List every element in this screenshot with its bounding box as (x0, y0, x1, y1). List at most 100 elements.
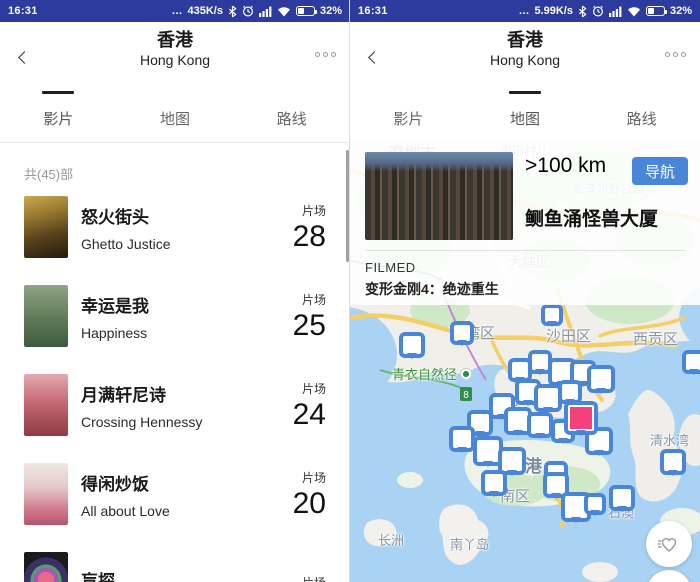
film-list-item[interactable]: 幸运是我 Happiness 片场 25 (24, 285, 326, 347)
films-list-screen: 16:31 … 435K/s 32% 香港 Hong Kong 影片 地图 路线 (0, 0, 350, 582)
distance-label: >100 km (525, 154, 607, 177)
alarm-icon (592, 5, 603, 17)
map-place-label: 青衣自然径 (392, 364, 472, 383)
film-list-item[interactable]: 怒火街头 Ghetto Justice 片场 28 (24, 196, 326, 258)
page-header: 香港 Hong Kong (0, 22, 350, 84)
scene-count: 24 (292, 397, 326, 431)
tab-routes[interactable]: 路线 (583, 84, 700, 142)
movie-poster (24, 552, 68, 582)
screen-seam (349, 0, 350, 582)
map-marker[interactable] (587, 365, 615, 393)
page-title: 香港 (507, 30, 543, 50)
location-photo (365, 152, 513, 240)
filmed-movie-title: 变形金刚4：绝迹重生 (365, 281, 499, 297)
film-list-item[interactable]: 盲探 片场 (24, 552, 326, 582)
notification-ellipsis-icon: … (518, 5, 530, 17)
clock-time: 16:31 (8, 5, 38, 17)
map-place-label: 清水湾 (650, 433, 690, 448)
screenshot-canvas: 16:31 … 435K/s 32% 香港 Hong Kong 影片 地图 路线 (0, 0, 700, 582)
map-place-label: 西贡区 (633, 331, 679, 348)
location-card-panel[interactable]: >100 km 导航 鲗鱼涌怪兽大厦 FILMED 变形金刚4：绝迹重生 (350, 140, 700, 305)
back-button[interactable] (364, 48, 386, 70)
scene-count-label: 片场 (302, 574, 326, 582)
movie-poster (24, 285, 68, 347)
page-title: 香港 (157, 30, 193, 50)
bluetooth-icon (578, 5, 587, 17)
movie-title-zh: 月满轩尼诗 (81, 385, 166, 405)
network-speed: 5.99K/s (534, 5, 573, 17)
map-marker[interactable] (399, 332, 425, 358)
back-icon (368, 51, 381, 64)
scene-count-label: 片场 (301, 470, 326, 485)
scene-count-label: 片场 (301, 292, 326, 307)
map-marker[interactable] (450, 321, 474, 345)
battery-percent: 32% (319, 5, 342, 17)
bluetooth-icon (228, 5, 237, 17)
movie-title-zh: 幸运是我 (81, 296, 149, 316)
page-header: 香港 Hong Kong (350, 22, 700, 84)
map-place-label: 长洲 (378, 533, 405, 548)
heart-list-icon (657, 538, 677, 552)
tab-routes[interactable]: 路线 (233, 84, 350, 142)
map-marker[interactable] (449, 426, 475, 452)
tab-films[interactable]: 影片 (0, 84, 117, 142)
active-tab-indicator (509, 91, 541, 94)
signal-icon (258, 6, 272, 17)
scene-count: 20 (292, 486, 326, 520)
filmed-label: FILMED (365, 260, 416, 275)
notification-ellipsis-icon: … (171, 5, 183, 17)
map-marker[interactable] (541, 304, 563, 326)
film-count-label: 共(45)部 (24, 167, 74, 182)
map-viewport[interactable]: 8 深圳市周田村儿船湾郊野公园大埔区荃湾区沙田区西贡区青衣自然径深水清水湾香港南… (350, 140, 700, 582)
divider (365, 250, 685, 251)
map-marker[interactable] (481, 470, 507, 496)
map-marker[interactable] (660, 449, 686, 475)
map-marker[interactable] (584, 493, 606, 515)
more-options-button[interactable] (665, 52, 686, 57)
selected-map-marker[interactable] (564, 401, 598, 435)
film-list-item[interactable]: 月满轩尼诗 Crossing Hennessy 片场 24 (24, 374, 326, 436)
favorites-list-button[interactable] (646, 521, 692, 567)
movie-title-en: Crossing Hennessy (81, 413, 203, 430)
signal-icon (608, 6, 622, 17)
map-marker[interactable] (527, 412, 553, 438)
movie-title-en: Happiness (81, 324, 148, 341)
movie-poster (24, 196, 68, 258)
tab-films[interactable]: 影片 (350, 84, 467, 142)
wifi-icon (277, 6, 290, 16)
more-options-button[interactable] (315, 52, 336, 57)
active-tab-indicator (42, 91, 75, 94)
battery-percent: 32% (669, 5, 692, 17)
back-button[interactable] (14, 48, 36, 70)
wifi-icon (627, 6, 640, 16)
page-subtitle: Hong Kong (139, 52, 211, 68)
tab-map[interactable]: 地图 (117, 84, 234, 142)
map-marker[interactable] (609, 485, 635, 511)
back-icon (18, 51, 31, 64)
movie-title-en: Ghetto Justice (81, 235, 171, 252)
film-list-item[interactable]: 得闲炒饭 All about Love 片场 20 (24, 463, 326, 525)
tab-bar: 影片 地图 路线 (350, 84, 700, 142)
map-screen: 16:31 … 5.99K/s 32% 香港 Hong Kong 影片 地图 路… (350, 0, 700, 582)
scene-count-label: 片场 (301, 381, 326, 396)
movie-poster (24, 374, 68, 436)
alarm-icon (242, 5, 253, 17)
status-bar: 16:31 … 435K/s 32% (0, 0, 350, 22)
svg-text:8: 8 (463, 390, 469, 401)
movie-title-zh: 怒火街头 (81, 207, 149, 227)
map-place-label: 南丫岛 (450, 537, 490, 552)
status-bar: 16:31 … 5.99K/s 32% (350, 0, 700, 22)
tab-map[interactable]: 地图 (467, 84, 584, 142)
film-list: 共(45)部 怒火街头 Ghetto Justice 片场 28 幸运是我 Happi… (0, 143, 350, 582)
scene-count: 28 (292, 219, 326, 253)
location-name: 鲗鱼涌怪兽大厦 (525, 209, 659, 230)
movie-title-zh: 盲探 (81, 571, 115, 582)
page-subtitle: Hong Kong (489, 52, 561, 68)
battery-icon (645, 6, 667, 16)
battery-icon (295, 6, 317, 16)
tab-bar: 影片 地图 路线 (0, 84, 350, 142)
map-marker[interactable] (682, 350, 700, 374)
navigate-button[interactable]: 导航 (632, 157, 688, 185)
movie-poster (24, 463, 68, 525)
movie-title-en: All about Love (81, 502, 170, 519)
